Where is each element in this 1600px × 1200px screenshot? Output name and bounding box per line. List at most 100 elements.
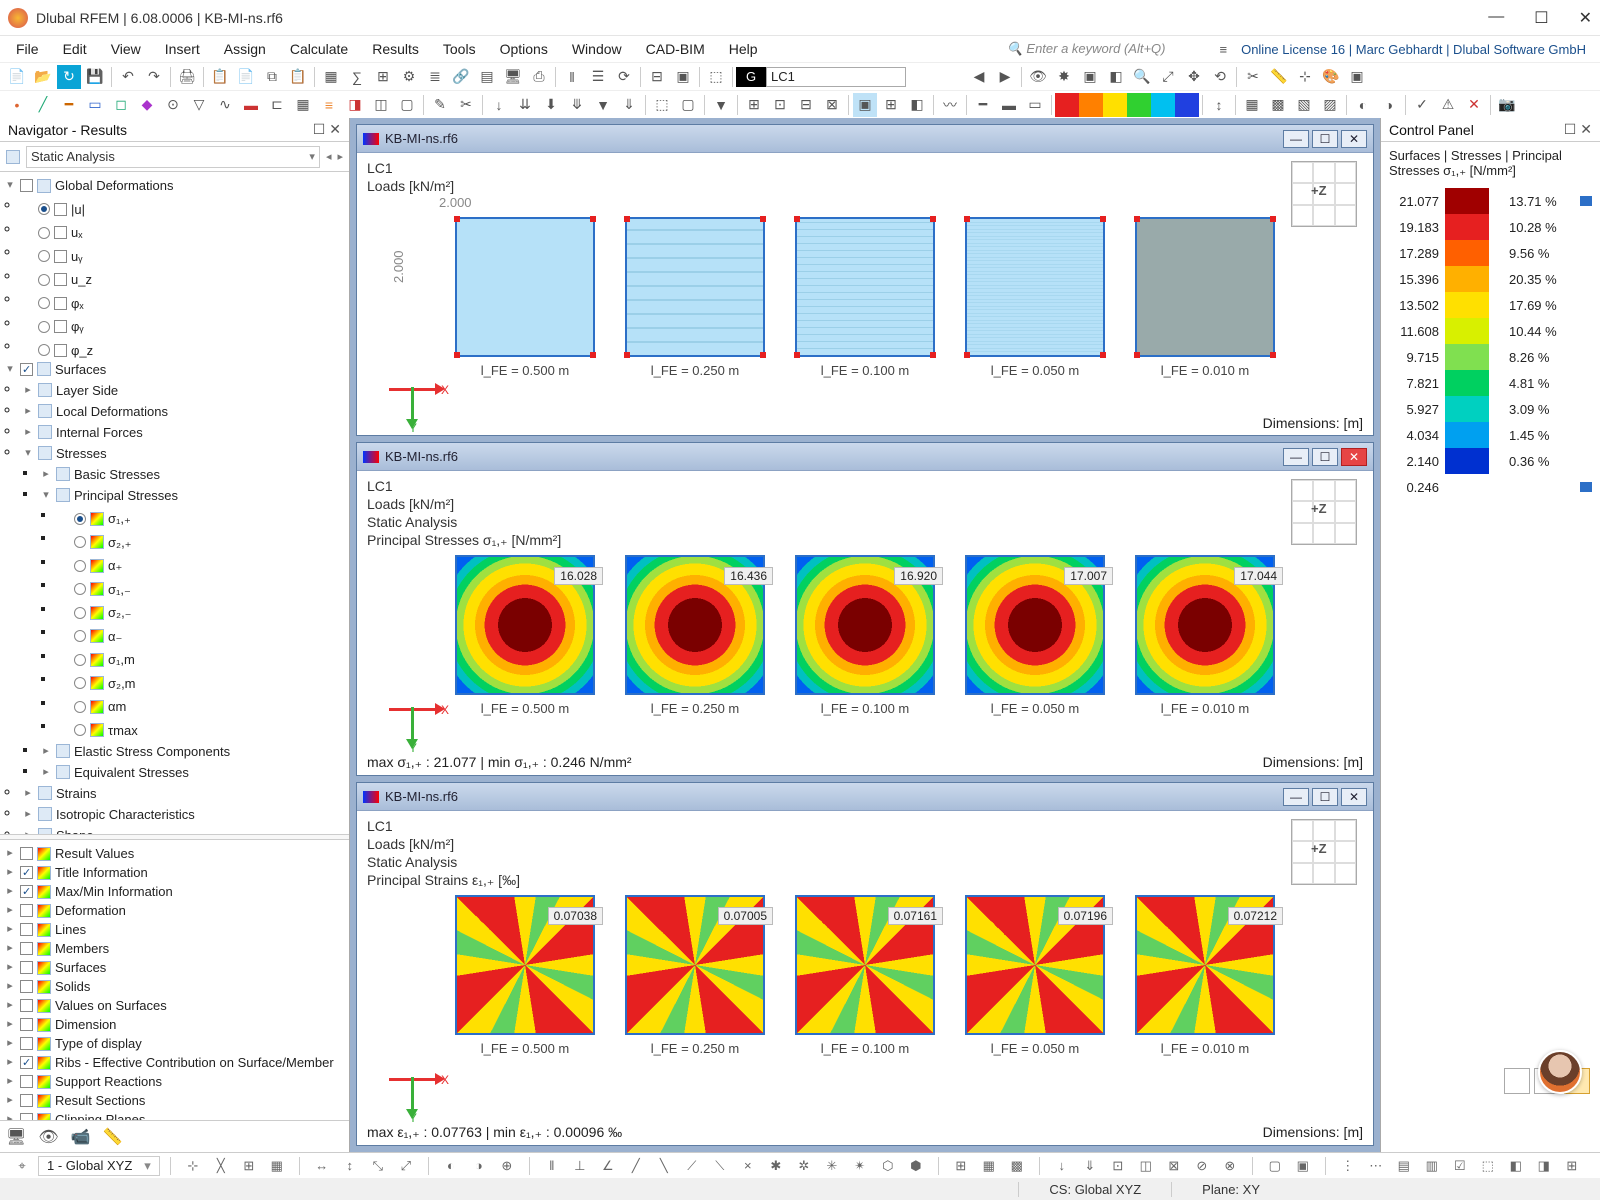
persp-icon[interactable]: ◧ bbox=[1104, 65, 1128, 89]
cs-icon[interactable]: ⌖ bbox=[10, 1154, 34, 1178]
zoom-icon[interactable]: 🔍 bbox=[1130, 65, 1154, 89]
sb-icon[interactable]: ⊞ bbox=[949, 1154, 973, 1178]
tree-item[interactable]: Dimension bbox=[55, 1015, 116, 1034]
doc-titlebar[interactable]: KB-MI-ns.rf6 — ☐ ✕ bbox=[357, 125, 1373, 153]
mesh4-icon[interactable]: ▨ bbox=[1318, 93, 1342, 117]
rotate-icon[interactable]: ⟲ bbox=[1208, 65, 1232, 89]
check-icon[interactable]: ⬚ bbox=[704, 65, 728, 89]
new-icon[interactable]: 📄 bbox=[5, 65, 29, 89]
sb-icon[interactable]: ◑ bbox=[467, 1154, 491, 1178]
spring-icon[interactable]: ∿ bbox=[213, 93, 237, 117]
sb-icon[interactable]: ⊥ bbox=[568, 1154, 592, 1178]
doc-max-button[interactable]: ☐ bbox=[1312, 448, 1338, 466]
menu-view[interactable]: View bbox=[101, 38, 151, 60]
check2-icon[interactable]: ✓ bbox=[1410, 93, 1434, 117]
load3-icon[interactable]: ⬇ bbox=[539, 93, 563, 117]
sb-icon[interactable]: ⊡ bbox=[1106, 1154, 1130, 1178]
sb-icon[interactable]: ✳ bbox=[820, 1154, 844, 1178]
render-icon[interactable]: ▣ bbox=[671, 65, 695, 89]
menu-options[interactable]: Options bbox=[490, 38, 558, 60]
tree-checkbox[interactable] bbox=[20, 999, 33, 1012]
loadplane-icon[interactable]: ▬ bbox=[239, 93, 263, 117]
tree-checkbox[interactable] bbox=[20, 847, 33, 860]
nav-cube[interactable]: +Z bbox=[1291, 479, 1357, 545]
tree-checkbox[interactable] bbox=[54, 273, 67, 286]
tree-radio[interactable] bbox=[38, 344, 50, 356]
redo-icon[interactable]: ↷ bbox=[142, 65, 166, 89]
cs-combo[interactable]: 1 - Global XYZ▾ bbox=[38, 1156, 160, 1176]
tree-item[interactable]: Ribs - Effective Contribution on Surface… bbox=[55, 1053, 334, 1072]
tree-checkbox[interactable] bbox=[20, 866, 33, 879]
tree-collapse-icon[interactable]: ▾ bbox=[4, 176, 16, 195]
sb-icon[interactable]: ⊠ bbox=[1162, 1154, 1186, 1178]
layers-icon[interactable]: ▤ bbox=[475, 65, 499, 89]
render-solid-icon[interactable]: ▣ bbox=[853, 93, 877, 117]
tree-radio[interactable] bbox=[38, 203, 50, 215]
tree-checkbox[interactable] bbox=[20, 904, 33, 917]
sb-icon[interactable]: ‖ bbox=[540, 1154, 564, 1178]
tree-item[interactable]: Lines bbox=[55, 920, 86, 939]
result1-icon[interactable]: ━ bbox=[971, 93, 995, 117]
solid-icon[interactable]: ◆ bbox=[135, 93, 159, 117]
color-yellow-icon[interactable] bbox=[1103, 93, 1127, 117]
mesh-icon[interactable]: ▦ bbox=[1240, 93, 1264, 117]
tree-item[interactable]: Type of display bbox=[55, 1034, 142, 1053]
sb-icon[interactable]: ◐ bbox=[439, 1154, 463, 1178]
panel-mode-button[interactable] bbox=[1504, 1068, 1530, 1094]
combo-prev-icon[interactable]: ◂ bbox=[326, 150, 332, 163]
warn-icon[interactable]: ⚠ bbox=[1436, 93, 1460, 117]
result2-icon[interactable]: ▬ bbox=[997, 93, 1021, 117]
scale-icon[interactable]: ↕ bbox=[1207, 93, 1231, 117]
doc-close-button[interactable]: ✕ bbox=[1341, 788, 1367, 806]
menu-calculate[interactable]: Calculate bbox=[280, 38, 358, 60]
load6-icon[interactable]: ⇓ bbox=[617, 93, 641, 117]
iso-icon[interactable]: ▣ bbox=[1078, 65, 1102, 89]
tree-item[interactable]: Members bbox=[55, 939, 109, 958]
report-icon[interactable]: 📋 bbox=[208, 65, 232, 89]
snap3-icon[interactable]: ⊠ bbox=[820, 93, 844, 117]
cloud-icon[interactable]: ⎙ bbox=[527, 65, 551, 89]
screen-icon[interactable]: 🖥 bbox=[501, 65, 525, 89]
mesh3-icon[interactable]: ▧ bbox=[1292, 93, 1316, 117]
keyword-hint[interactable]: Enter a keyword (Alt+Q) bbox=[1026, 41, 1165, 56]
tree-radio[interactable] bbox=[38, 297, 50, 309]
clip-icon[interactable]: ◑ bbox=[1377, 93, 1401, 117]
menu-window[interactable]: Window bbox=[562, 38, 632, 60]
tree-checkbox[interactable] bbox=[20, 961, 33, 974]
print-icon[interactable]: 🖨 bbox=[175, 65, 199, 89]
panel-pin-icon[interactable]: ☐ bbox=[313, 121, 326, 138]
doc-max-button[interactable]: ☐ bbox=[1312, 788, 1338, 806]
sb-icon[interactable]: ▣ bbox=[1291, 1154, 1315, 1178]
tree-item[interactable]: Result Values bbox=[55, 844, 134, 863]
menu-cadbim[interactable]: CAD-BIM bbox=[636, 38, 715, 60]
sb-icon[interactable]: ⤡ bbox=[366, 1154, 390, 1178]
menu-assign[interactable]: Assign bbox=[214, 38, 276, 60]
saveas-icon[interactable]: 💾 bbox=[83, 65, 107, 89]
support-icon[interactable]: ▽ bbox=[187, 93, 211, 117]
tree-checkbox[interactable] bbox=[54, 344, 67, 357]
sb-icon[interactable]: ⊘ bbox=[1190, 1154, 1214, 1178]
menu-help[interactable]: Help bbox=[719, 38, 768, 60]
tree-checkbox[interactable] bbox=[20, 1094, 33, 1107]
tree-radio[interactable] bbox=[38, 321, 50, 333]
color-cyan-icon[interactable] bbox=[1151, 93, 1175, 117]
doc-titlebar[interactable]: KB-MI-ns.rf6 — ☐ ✕ bbox=[357, 783, 1373, 811]
tree-checkbox[interactable] bbox=[20, 1113, 33, 1120]
ruler-icon[interactable]: 📏 bbox=[103, 1127, 123, 1147]
sb-icon[interactable]: ▦ bbox=[977, 1154, 1001, 1178]
prev-lc-icon[interactable]: ◀ bbox=[967, 65, 991, 89]
undo-icon[interactable]: ↶ bbox=[116, 65, 140, 89]
tree-item[interactable]: Title Information bbox=[55, 863, 148, 882]
copy-icon[interactable]: ⧉ bbox=[260, 65, 284, 89]
sb-icon[interactable]: × bbox=[736, 1154, 760, 1178]
menu-file[interactable]: File bbox=[6, 38, 49, 60]
sb-icon[interactable]: ⊗ bbox=[1218, 1154, 1242, 1178]
color-green-icon[interactable] bbox=[1127, 93, 1151, 117]
pan-icon[interactable]: ✥ bbox=[1182, 65, 1206, 89]
tree-checkbox[interactable] bbox=[20, 923, 33, 936]
panel-pin-icon[interactable]: ☐ bbox=[1564, 121, 1577, 138]
sb-icon[interactable]: ⬡ bbox=[876, 1154, 900, 1178]
tree-checkbox[interactable] bbox=[20, 1056, 33, 1069]
sb-icon[interactable]: ↔ bbox=[310, 1154, 334, 1178]
sb-icon[interactable]: ╳ bbox=[209, 1154, 233, 1178]
